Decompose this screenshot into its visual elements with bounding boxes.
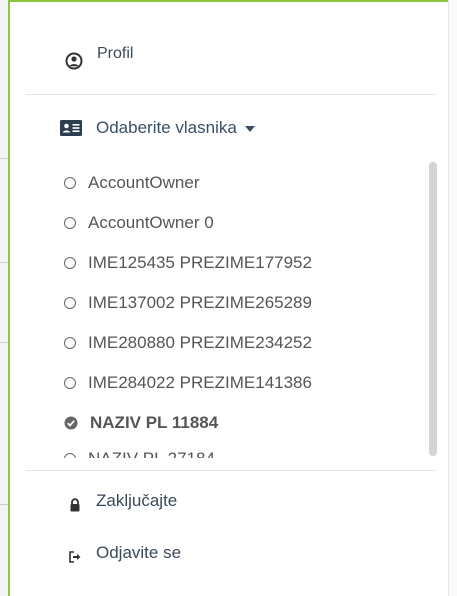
id-card-icon	[60, 120, 82, 136]
owner-list-scrollbar[interactable]	[429, 162, 437, 456]
radio-circle-icon	[64, 337, 76, 349]
owner-select-toggle[interactable]: Odaberite vlasnika	[60, 118, 255, 138]
sign-out-icon	[69, 551, 81, 563]
radio-circle-icon	[64, 257, 76, 269]
radio-circle-icon	[64, 377, 76, 389]
logout-menu-item[interactable]: Odjavite se	[68, 542, 181, 564]
user-dropdown-menu: Profil Odaberite vlasnika AccountOwner A…	[8, 0, 448, 596]
owner-option-selected[interactable]: NAZIV PL 11884	[64, 413, 218, 433]
owner-option-label: IME137002 PREZIME265289	[88, 293, 312, 312]
lock-icon	[70, 498, 80, 512]
lock-menu-item[interactable]: Zaključajte	[68, 490, 177, 512]
profile-label: Profil	[97, 45, 134, 62]
owner-list[interactable]: AccountOwner AccountOwner 0 IME125435 PR…	[26, 162, 421, 458]
owner-option[interactable]: AccountOwner	[64, 173, 200, 193]
owner-option[interactable]: IME280880 PREZIME234252	[64, 333, 312, 353]
owner-option[interactable]: NAZIV PL 27184	[64, 449, 215, 458]
logout-label: Odjavite se	[96, 543, 182, 562]
owner-option[interactable]: IME137002 PREZIME265289	[64, 293, 312, 313]
owner-option-label: AccountOwner	[88, 173, 200, 192]
owner-option-label: NAZIV PL 11884	[90, 413, 219, 432]
user-circle-icon	[65, 52, 83, 70]
radio-circle-icon	[64, 453, 76, 458]
caret-down-icon	[244, 126, 255, 132]
owner-select-label: Odaberite vlasnika	[96, 118, 237, 137]
owner-option[interactable]: IME125435 PREZIME177952	[64, 253, 312, 273]
profile-menu-item[interactable]: Profil	[65, 38, 133, 70]
background-edge	[448, 0, 457, 596]
check-circle-icon	[64, 416, 78, 430]
divider	[26, 94, 436, 95]
owner-option-label: IME280880 PREZIME234252	[88, 333, 312, 352]
owner-option[interactable]: IME284022 PREZIME141386	[64, 373, 312, 393]
owner-option-label: IME284022 PREZIME141386	[88, 373, 312, 392]
divider	[26, 470, 436, 471]
radio-circle-icon	[64, 217, 76, 229]
owner-option-label: AccountOwner 0	[88, 213, 214, 232]
radio-circle-icon	[64, 177, 76, 189]
owner-option[interactable]: AccountOwner 0	[64, 213, 214, 233]
lock-label: Zaključajte	[96, 491, 178, 510]
owner-option-label: IME125435 PREZIME177952	[88, 253, 312, 272]
owner-option-label: NAZIV PL 27184	[88, 449, 215, 458]
radio-circle-icon	[64, 297, 76, 309]
